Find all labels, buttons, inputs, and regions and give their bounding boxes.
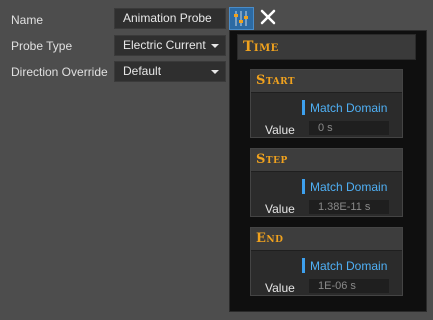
end-section-title: End: [256, 231, 284, 246]
time-panel: Time Start Match Domain Value 0 s Step M…: [229, 30, 427, 312]
step-match-domain-link[interactable]: Match Domain: [310, 180, 387, 194]
probe-type-select[interactable]: Electric Current: [114, 35, 226, 56]
step-match-domain-indicator[interactable]: [302, 179, 305, 194]
step-value-field[interactable]: 1.38E-11 s: [309, 200, 389, 214]
end-section: End Match Domain Value 1E-06 s: [250, 227, 403, 296]
close-icon: [260, 9, 276, 25]
step-section-title: Step: [256, 152, 288, 167]
end-value-label: Value: [265, 281, 295, 295]
end-value-field[interactable]: 1E-06 s: [309, 279, 389, 293]
probe-type-label: Probe Type: [11, 39, 73, 53]
time-panel-header: Time: [237, 34, 416, 60]
step-section-header: Step: [251, 149, 402, 172]
end-match-domain-link[interactable]: Match Domain: [310, 259, 387, 273]
probe-type-value: Electric Current: [123, 38, 206, 52]
sliders-icon: [234, 11, 248, 26]
end-section-header: End: [251, 228, 402, 251]
close-button[interactable]: [259, 8, 277, 26]
start-section-header: Start: [251, 70, 402, 93]
start-match-domain-indicator[interactable]: [302, 100, 305, 115]
time-panel-title: Time: [243, 39, 279, 55]
name-field[interactable]: Animation Probe: [114, 8, 226, 29]
start-value-field[interactable]: 0 s: [309, 121, 389, 135]
step-section: Step Match Domain Value 1.38E-11 s: [250, 148, 403, 217]
name-label: Name: [11, 13, 44, 27]
start-section-title: Start: [256, 73, 296, 88]
direction-override-select[interactable]: Default: [114, 61, 226, 82]
direction-override-value: Default: [123, 64, 162, 78]
start-value-label: Value: [265, 123, 295, 137]
start-match-domain-link[interactable]: Match Domain: [310, 101, 387, 115]
end-match-domain-indicator[interactable]: [302, 258, 305, 273]
direction-override-label: Direction Override: [11, 65, 108, 79]
step-value-label: Value: [265, 202, 295, 216]
start-section: Start Match Domain Value 0 s: [250, 69, 403, 138]
options-button[interactable]: [229, 7, 254, 30]
